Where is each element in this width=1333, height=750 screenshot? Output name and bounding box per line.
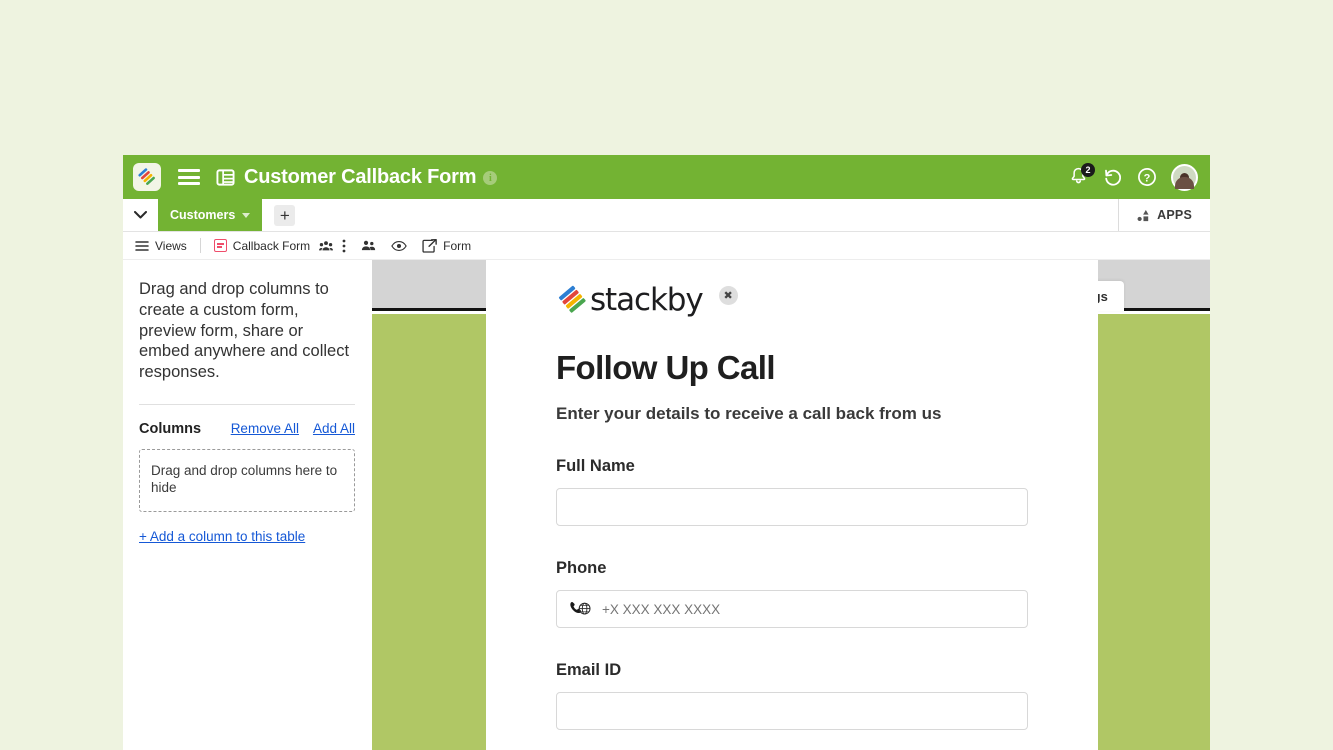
stackby-wordmark: stackby	[590, 282, 704, 318]
tab-customers-label: Customers	[170, 208, 236, 222]
group-people-icon[interactable]	[319, 240, 334, 252]
field-email-id: Email ID	[556, 661, 1028, 730]
stackby-logo-icon-svg	[138, 168, 155, 185]
add-table-button[interactable]: +	[274, 204, 296, 226]
phone-globe-icon-svg	[570, 602, 591, 615]
table-tab-strip: Customers + APPS	[123, 199, 1210, 232]
bell-icon[interactable]: 2	[1069, 163, 1095, 188]
info-icon[interactable]: i	[483, 171, 498, 185]
sidebar-intro-text: Drag and drop columns to create a custom…	[139, 280, 350, 382]
add-all-link[interactable]: Add All	[313, 421, 355, 436]
notification-count-badge: 2	[1081, 163, 1095, 177]
stackby-brand-mark-svg	[558, 285, 586, 313]
current-view-chip[interactable]: Callback Form	[213, 238, 311, 253]
form-subtitle: Enter your details to receive a call bac…	[556, 404, 942, 423]
eye-preview-icon[interactable]	[391, 240, 407, 252]
group-people-icon-svg	[319, 240, 334, 250]
toolbar-divider	[199, 238, 201, 253]
top-header-bar: Customer Callback Form i 2 ?	[123, 155, 1210, 199]
modal-header: stackby ✖	[556, 281, 1028, 318]
question-mark-help-icon[interactable]: ?	[1137, 167, 1157, 187]
remove-all-link[interactable]: Remove All	[231, 421, 299, 436]
field-full-name-input-wrap[interactable]	[556, 488, 1028, 526]
stackby-brand-logo: stackby	[556, 281, 705, 318]
field-email-id-input-wrap[interactable]	[556, 692, 1028, 730]
columns-header-row: Columns Remove All Add All	[139, 421, 355, 437]
field-phone-input-wrap[interactable]	[556, 590, 1028, 628]
workspace-area: n Settings Drag and drop columns to crea…	[123, 260, 1210, 750]
form-view-icon	[213, 239, 227, 252]
history-revert-icon-svg	[1105, 169, 1122, 186]
view-toolbar: Views Callback Form Form	[123, 232, 1210, 260]
current-view-name: Callback Form	[232, 238, 311, 253]
add-column-link[interactable]: + Add a column to this table	[139, 529, 305, 544]
form-title: Follow Up Call	[556, 349, 776, 386]
views-label: Views	[155, 238, 187, 253]
form-preview-modal: stackby ✖ Follow Up Call Enter your deta…	[486, 260, 1098, 750]
email-id-input[interactable]	[569, 693, 1015, 729]
apps-button[interactable]: APPS	[1118, 199, 1210, 231]
user-avatar[interactable]	[1171, 163, 1198, 191]
table-grid-icon	[216, 168, 235, 187]
field-full-name-label: Full Name	[556, 457, 635, 475]
chevron-down-icon-svg	[134, 211, 147, 219]
svg-text:?: ?	[1144, 172, 1151, 184]
application-window: Customer Callback Form i 2 ? Customers +…	[123, 155, 1210, 750]
share-form-button[interactable]: Form	[422, 239, 471, 253]
caret-down-icon[interactable]	[242, 212, 251, 218]
views-button[interactable]: Views	[135, 239, 187, 253]
columns-label: Columns	[139, 420, 202, 437]
history-revert-icon[interactable]	[1103, 167, 1123, 187]
eye-preview-icon-svg	[391, 240, 407, 251]
sidebar-divider	[139, 403, 355, 405]
close-x-icon[interactable]: ✖	[718, 286, 738, 305]
phone-input[interactable]	[600, 591, 1015, 627]
header-actions: 2 ?	[1069, 163, 1198, 191]
columns-actions: Remove All Add All	[231, 421, 355, 436]
more-vertical-icon[interactable]	[342, 239, 346, 253]
field-email-id-label: Email ID	[556, 661, 622, 679]
field-phone-label: Phone	[556, 559, 607, 577]
list-views-icon	[135, 240, 149, 251]
apps-button-label: APPS	[1157, 208, 1192, 222]
help-icon-svg: ?	[1138, 168, 1156, 186]
share-form-label: Form	[443, 238, 472, 253]
share-external-icon	[422, 238, 437, 253]
stackby-brand-mark-icon	[556, 283, 589, 316]
full-name-input[interactable]	[569, 489, 1015, 525]
table-grid-icon-svg	[216, 168, 235, 186]
avatar-body	[1175, 176, 1194, 189]
screenshot-root: Customer Callback Form i 2 ? Customers +…	[0, 0, 1333, 750]
hamburger-menu-icon[interactable]	[178, 169, 200, 185]
more-vertical-icon-svg	[342, 239, 346, 252]
form-builder-sidebar: Drag and drop columns to create a custom…	[123, 260, 372, 750]
hidden-columns-dropzone[interactable]: Drag and drop columns here to hide	[139, 448, 355, 512]
page-title: Customer Callback Form	[244, 165, 477, 188]
chevron-down-icon[interactable]	[123, 199, 158, 231]
collaborators-icon-svg	[362, 240, 376, 251]
field-full-name: Full Name	[556, 457, 1028, 526]
phone-globe-icon	[569, 601, 591, 617]
tab-customers[interactable]: Customers	[158, 199, 263, 231]
stackby-logo-icon[interactable]	[133, 163, 161, 191]
field-phone: Phone	[556, 559, 1028, 628]
collaborators-icon[interactable]	[361, 240, 376, 251]
apps-icon	[1137, 210, 1149, 222]
